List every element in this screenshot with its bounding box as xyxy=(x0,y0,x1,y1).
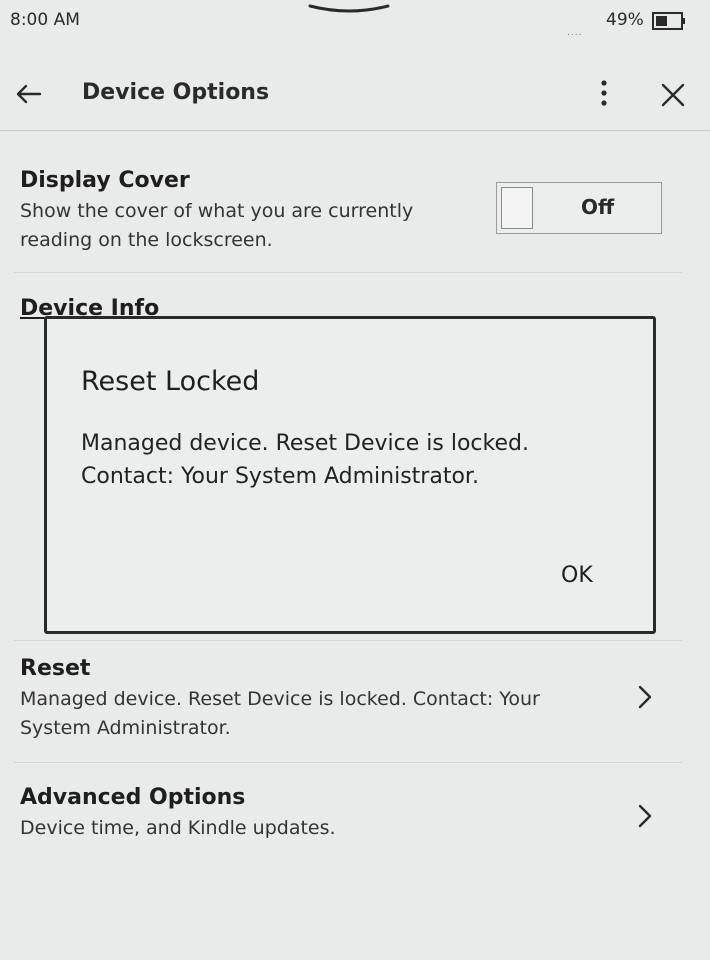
more-options-icon[interactable] xyxy=(590,78,618,108)
status-bar: 8:00 AM .... 49% xyxy=(0,0,710,44)
dialog-message-line: Managed device. Reset Device is locked. xyxy=(81,431,529,456)
clock: 8:00 AM xyxy=(10,10,80,30)
display-cover-description: Show the cover of what you are currently… xyxy=(20,200,414,251)
signal-icon: .... xyxy=(567,28,583,38)
reset-title: Reset xyxy=(20,656,91,681)
battery-percent: 49% xyxy=(606,10,644,30)
back-arrow-icon[interactable] xyxy=(14,80,44,108)
advanced-options-description: Device time, and Kindle updates. xyxy=(20,817,336,839)
chevron-right-icon xyxy=(638,685,652,709)
divider xyxy=(14,272,682,273)
advanced-options-title: Advanced Options xyxy=(20,785,246,810)
reset-description: Managed device. Reset Device is locked. … xyxy=(20,688,540,739)
reset-locked-dialog: Reset Locked Managed device. Reset Devic… xyxy=(44,316,656,634)
battery-icon xyxy=(652,12,685,30)
ok-button[interactable]: OK xyxy=(557,563,597,588)
chevron-right-icon xyxy=(638,804,652,828)
divider xyxy=(14,762,682,763)
display-cover-title: Display Cover xyxy=(20,168,190,193)
page-title: Device Options xyxy=(82,80,270,105)
toggle-state-label: Off xyxy=(581,195,615,219)
divider xyxy=(14,640,682,641)
pull-down-handle-icon[interactable] xyxy=(308,2,390,14)
dialog-title: Reset Locked xyxy=(81,366,260,397)
dialog-message-line: Contact: Your System Administrator. xyxy=(81,464,479,489)
dialog-message: Managed device. Reset Device is locked. … xyxy=(81,427,641,493)
display-cover-toggle[interactable]: Off xyxy=(496,182,662,234)
toggle-knob xyxy=(501,187,533,229)
top-bar: Device Options xyxy=(0,58,710,131)
close-icon[interactable] xyxy=(658,80,688,110)
